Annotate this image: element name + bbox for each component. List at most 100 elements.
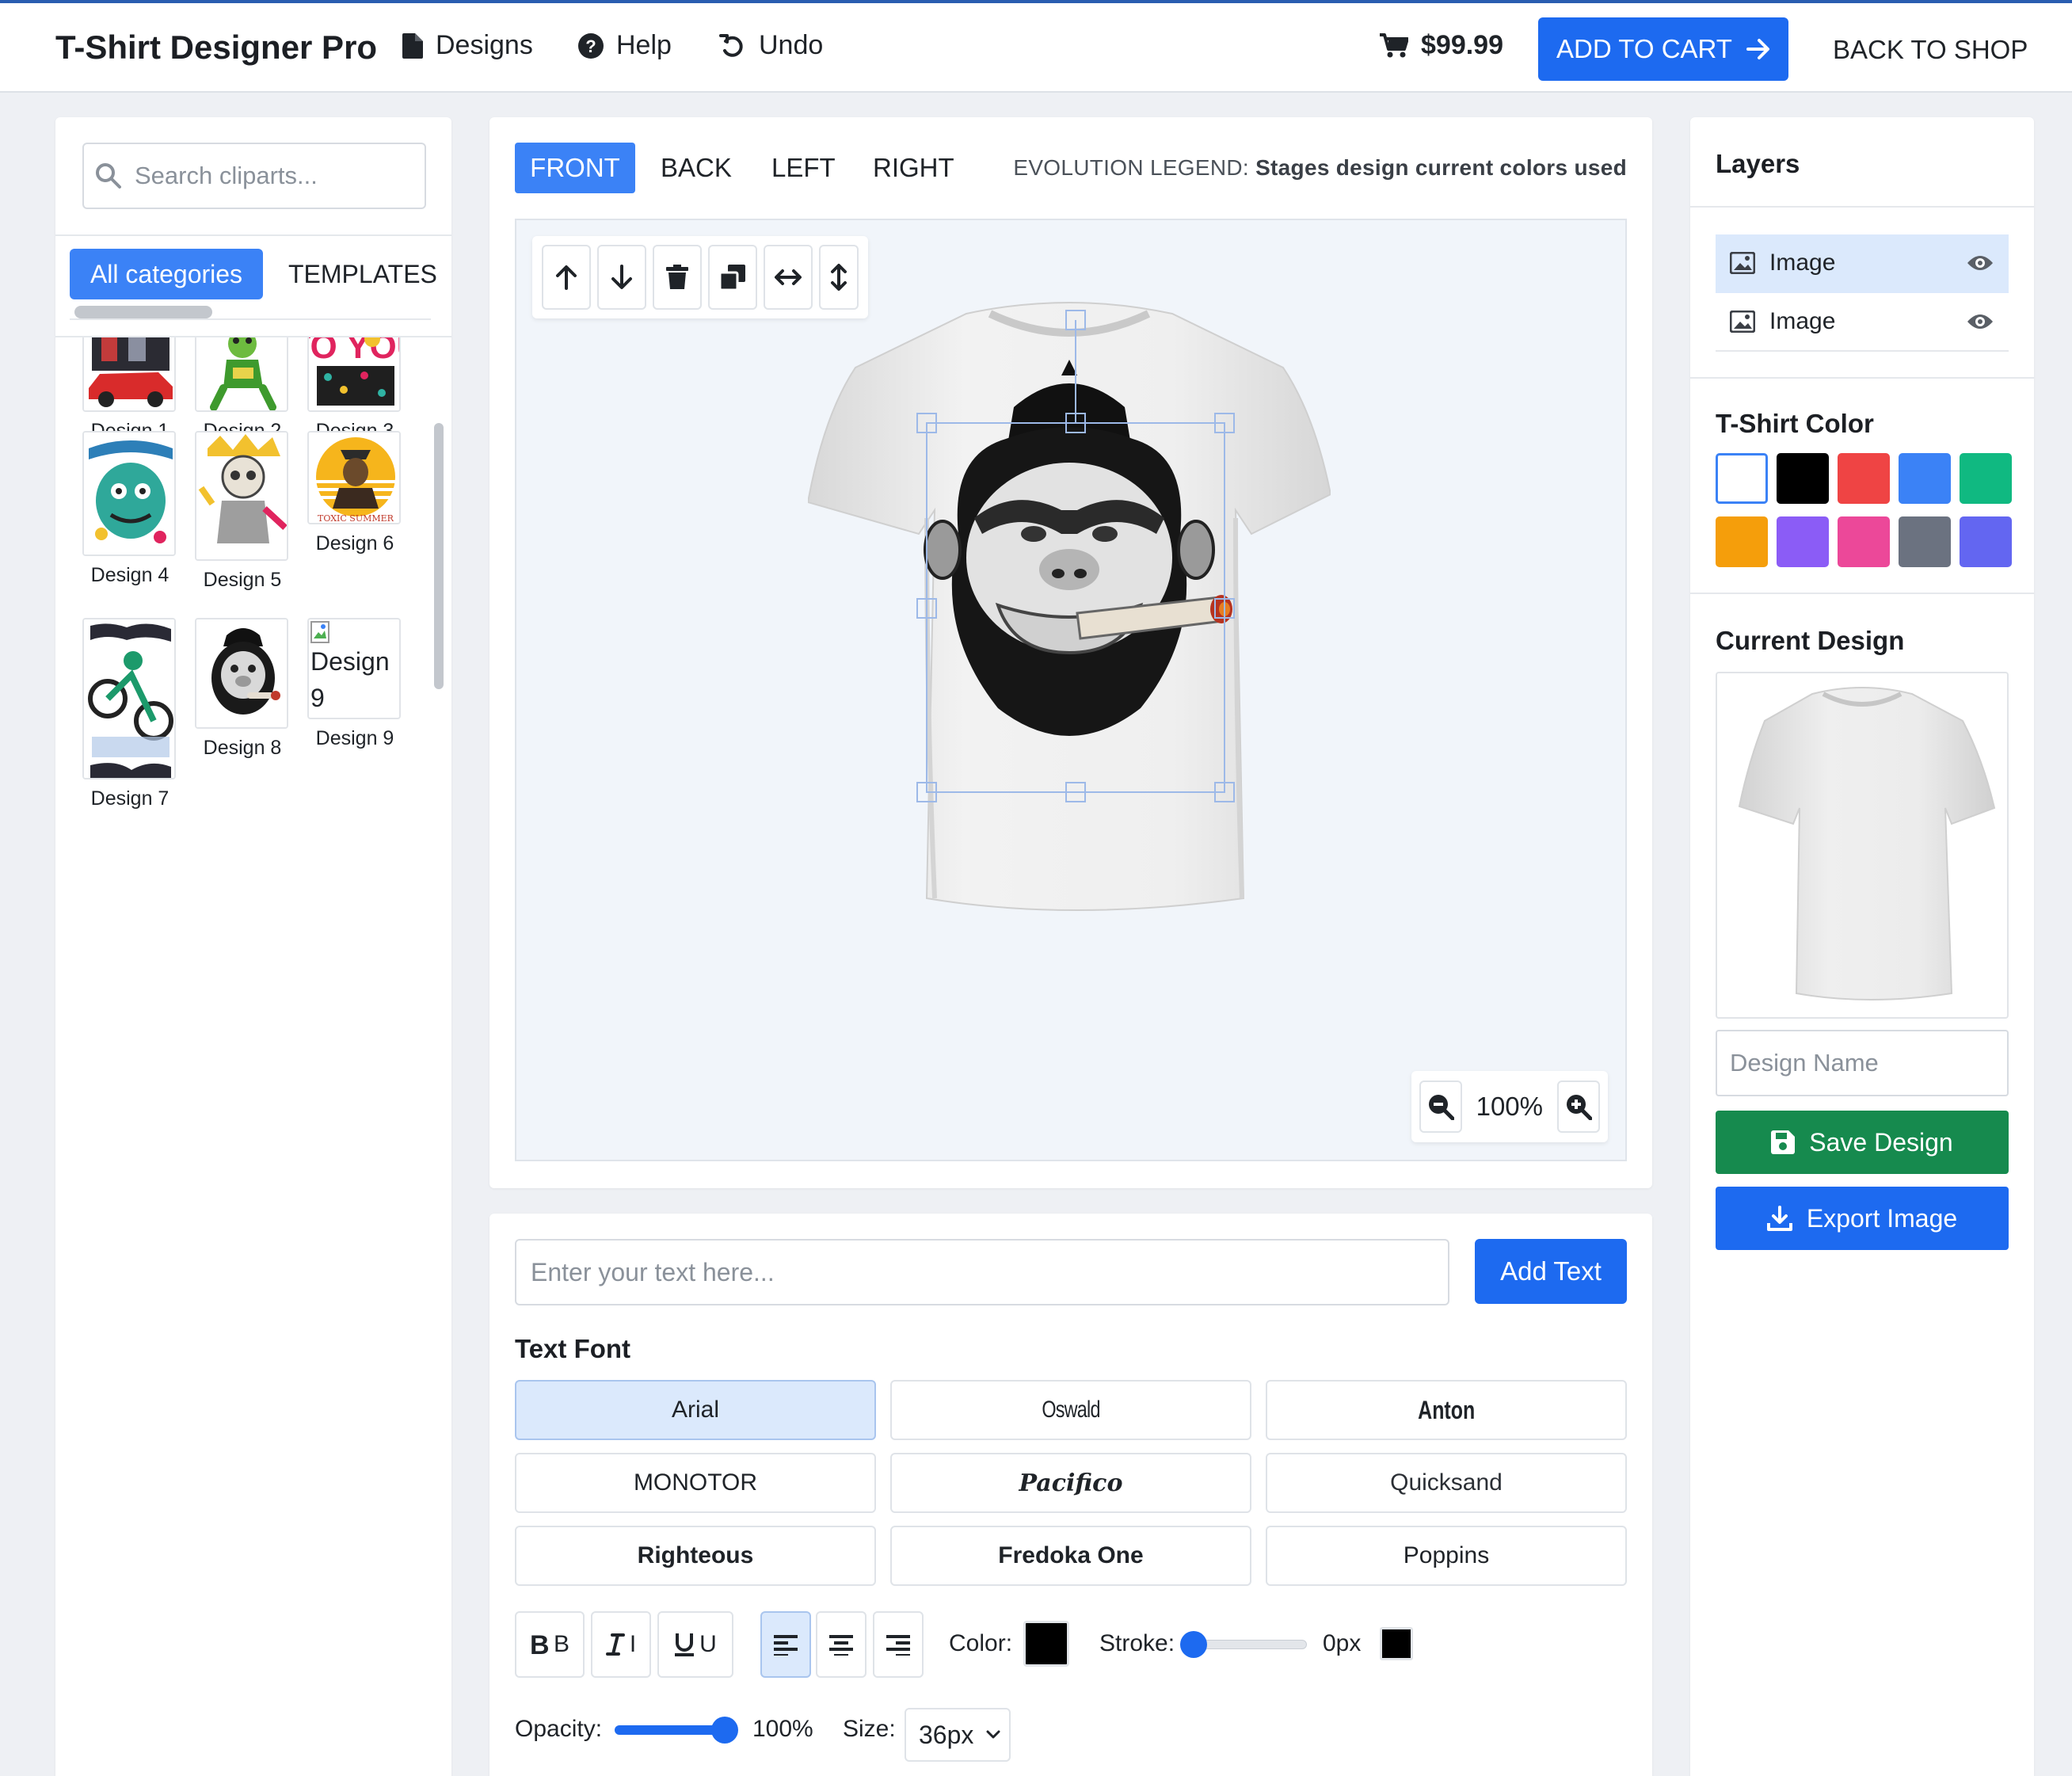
font-option-oswald[interactable]: Oswald [890,1380,1251,1440]
broken-image-placeholder: Design 9 [307,618,401,719]
add-to-cart-button[interactable]: ADD TO CART [1538,17,1788,81]
clipart-label: Design 9 [315,727,394,749]
bring-forward-button[interactable] [542,245,591,310]
zoom-out-button[interactable] [1419,1080,1462,1133]
design-stage[interactable]: 100% [515,219,1627,1161]
export-image-button[interactable]: Export Image [1716,1187,2009,1250]
clipart-thumbnail [82,618,176,779]
clipart-thumbnail [82,337,176,412]
font-option-anton-label: Anton [1417,1395,1476,1424]
align-right-button[interactable] [873,1611,924,1678]
delete-button[interactable] [653,245,702,310]
font-option-oswald-label: Oswald [1042,1397,1100,1423]
evolution-legend: EVOLUTION LEGEND: Stages design current … [1013,155,1627,181]
tab-front[interactable]: FRONT [515,143,635,193]
undo-icon [719,33,746,59]
align-center-button[interactable] [816,1611,867,1678]
clipart-thumbnail [195,337,288,412]
italic-label: I [629,1631,637,1657]
font-option-anton[interactable]: Anton [1266,1380,1627,1440]
chevron-down-icon [986,1730,1000,1740]
clipart-thumbnail [82,431,176,556]
opacity-slider-thumb[interactable] [711,1717,738,1744]
align-left-button[interactable] [760,1611,811,1678]
divider [55,234,451,236]
clipart-item[interactable]: Design 5 [195,431,290,592]
font-option-pacifico[interactable]: Pacifico [890,1453,1251,1513]
search-icon [95,162,122,189]
stroke-slider-thumb[interactable] [1180,1631,1207,1658]
clipart-item[interactable]: Design 2 [195,337,290,443]
tab-all-categories[interactable]: All categories [70,249,263,299]
tab-back[interactable]: BACK [661,143,732,193]
color-swatch[interactable] [1716,453,1768,504]
stroke-label: Stroke: [1099,1630,1175,1656]
clipart-item[interactable]: TO YOU Design 3 [307,337,402,443]
image-icon [1730,311,1755,333]
design-preview [1716,672,2009,1019]
clipart-item[interactable]: Design 9 Design 9 [307,618,402,750]
design-name-input[interactable] [1716,1030,2009,1096]
color-swatch[interactable] [1716,516,1768,567]
clipart-search[interactable] [82,143,426,209]
size-select[interactable]: 36px [905,1708,1011,1762]
clipart-item[interactable]: Design 7 [82,618,177,810]
color-swatch[interactable] [1960,516,2012,567]
tab-right[interactable]: RIGHT [873,143,954,193]
document-icon [402,32,423,59]
eye-icon[interactable] [1966,312,1994,331]
nav-undo[interactable]: Undo [719,30,823,61]
font-option-quicksand[interactable]: Quicksand [1266,1453,1627,1513]
underline-button[interactable]: U [657,1611,733,1678]
bold-label: B [553,1631,569,1657]
layer-item[interactable]: Image [1716,293,2009,352]
font-option-poppins[interactable]: Poppins [1266,1526,1627,1586]
layer-item[interactable]: Image [1716,234,2009,293]
clipart-label: Design 4 [90,564,169,586]
color-swatch[interactable] [1777,516,1829,567]
clipart-thumbnail [195,618,288,729]
bold-button[interactable]: B B [515,1611,585,1678]
save-design-label: Save Design [1809,1127,1953,1157]
italic-button[interactable]: I [591,1611,651,1678]
clipart-search-input[interactable] [135,162,396,190]
add-text-button[interactable]: Add Text [1475,1239,1627,1304]
color-swatch[interactable] [1899,453,1951,504]
color-swatch[interactable] [1777,453,1829,504]
stroke-color-swatch[interactable] [1380,1627,1413,1660]
clipart-item[interactable]: Design 1 [82,337,177,443]
nav-help[interactable]: ? Help [578,30,672,61]
font-option-monotor[interactable]: MONOTOR [515,1453,876,1513]
tab-templates[interactable]: TEMPLATES [288,249,437,299]
flip-horizontal-button[interactable] [764,245,813,310]
back-to-shop-link[interactable]: BACK TO SHOP [1833,35,2028,65]
clipart-item[interactable]: Design 8 [195,618,290,760]
send-backward-button[interactable] [597,245,646,310]
tab-left[interactable]: LEFT [771,143,836,193]
nav-designs[interactable]: Designs [402,30,533,61]
zoom-in-button[interactable] [1557,1080,1600,1133]
text-color-swatch[interactable] [1023,1621,1069,1667]
text-input[interactable] [515,1239,1449,1305]
clipart-item[interactable]: TOXIC SUMMER Design 6 [307,431,402,555]
font-option-arial[interactable]: Arial [515,1380,876,1440]
clipart-label: Design 8 [203,737,282,759]
color-swatch[interactable] [1960,453,2012,504]
duplicate-button[interactable] [708,245,757,310]
save-design-button[interactable]: Save Design [1716,1111,2009,1174]
category-scrollbar[interactable] [74,306,212,318]
svg-text:B: B [530,1633,549,1656]
font-option-fredoka-one[interactable]: Fredoka One [890,1526,1251,1586]
size-value: 36px [919,1720,974,1749]
clipart-scrollbar[interactable] [434,423,444,689]
save-icon [1771,1130,1796,1154]
export-image-label: Export Image [1806,1203,1958,1233]
zoom-level: 100% [1476,1092,1543,1121]
price-value: $99.99 [1421,30,1503,60]
clipart-item[interactable]: Design 4 [82,431,177,587]
color-swatch[interactable] [1899,516,1951,567]
eye-icon[interactable] [1966,253,1994,272]
color-swatch[interactable] [1838,453,1890,504]
font-option-righteous[interactable]: Righteous [515,1526,876,1586]
color-swatch[interactable] [1838,516,1890,567]
